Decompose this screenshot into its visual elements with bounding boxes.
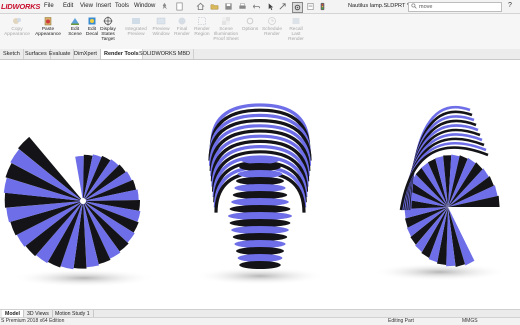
graphics-area[interactable] (0, 60, 520, 309)
tab-dimxpert[interactable]: DimXpert (71, 49, 101, 59)
menu-window[interactable]: Window (134, 2, 155, 11)
lamp-rib (236, 247, 284, 255)
nautilus-front-view[interactable] (194, 103, 326, 285)
nautilus-right-view[interactable] (372, 105, 508, 281)
search-input[interactable] (409, 3, 499, 11)
menu-view[interactable]: View (80, 2, 93, 11)
file-properties-icon[interactable] (306, 2, 315, 11)
document-filename: Nautilus lamp.SLDPRT * (348, 3, 410, 9)
lamp-rib (231, 198, 289, 206)
lamp-rib (228, 212, 292, 220)
lamp-rib (232, 191, 288, 199)
lamp-rib (239, 261, 281, 269)
model-views[interactable] (0, 60, 520, 309)
paste-appearance-button[interactable]: Paste Appearance (34, 15, 62, 47)
save-icon[interactable] (224, 2, 233, 11)
copy-appearance-icon (13, 18, 21, 24)
nautilus-left-view[interactable] (3, 136, 156, 287)
rebuild-traffic-light-icon[interactable] (318, 2, 327, 11)
lamp-rib (229, 219, 291, 227)
lamp-rib (232, 233, 288, 241)
search-icon (411, 3, 417, 9)
illumination-icon (222, 17, 230, 25)
render-region-icon (198, 17, 206, 25)
lamp-rib (237, 170, 283, 178)
solidworks-logo[interactable]: LIDWORKS (1, 1, 40, 12)
menu-insert[interactable]: Insert (96, 2, 111, 11)
lamp-rib (234, 240, 286, 248)
recall-last-render-button[interactable]: Recall Last Render (282, 15, 310, 47)
copy-appearance-button[interactable]: Copy Appearance (3, 15, 31, 47)
lamp-rib (236, 177, 284, 185)
lamp-rib (239, 163, 281, 171)
display-states-target-button[interactable]: Display States Target (93, 15, 123, 47)
options-icon (246, 17, 254, 25)
open-folder-icon[interactable] (210, 2, 219, 11)
new-document-icon[interactable] (175, 2, 184, 11)
print-icon[interactable] (238, 2, 247, 11)
lamp-rib (237, 254, 283, 262)
rebuild-icon[interactable] (278, 2, 287, 11)
lamp-rib (231, 226, 289, 234)
search-box[interactable] (408, 2, 502, 12)
tab-sketch[interactable]: Sketch (0, 49, 24, 59)
lamp-rib (229, 205, 291, 213)
undo-icon[interactable] (252, 2, 261, 11)
menu-tools[interactable]: Tools (115, 2, 129, 11)
home-icon[interactable] (196, 2, 205, 11)
pin-icon[interactable] (160, 2, 169, 11)
help-button[interactable]: ? (506, 2, 514, 10)
command-ribbon: Copy Appearance Paste Appearance Edit Sc… (0, 14, 520, 50)
lamp-center (80, 198, 86, 204)
command-manager-tabs: Sketch Surfaces Evaluate DimXpert Render… (0, 49, 520, 60)
display-states-icon (103, 16, 113, 26)
paste-appearance-icon (44, 17, 52, 26)
tab-solidworks-mbd[interactable]: SOLIDWORKS MBD (136, 49, 195, 59)
integrated-preview-icon (132, 18, 140, 24)
options-gear-icon[interactable] (292, 2, 303, 13)
lamp-rib (234, 184, 286, 192)
final-render-icon (178, 17, 186, 25)
preview-window-icon (156, 17, 166, 25)
menu-bar: LIDWORKS File Edit View Insert Tools Win… (0, 0, 520, 14)
select-arrow-icon[interactable] (266, 2, 275, 11)
menu-file[interactable]: File (44, 2, 54, 11)
recall-render-icon (292, 18, 300, 24)
menu-edit[interactable]: Edit (63, 2, 73, 11)
schedule-render-icon (268, 17, 276, 25)
lamp-rib (240, 156, 280, 164)
